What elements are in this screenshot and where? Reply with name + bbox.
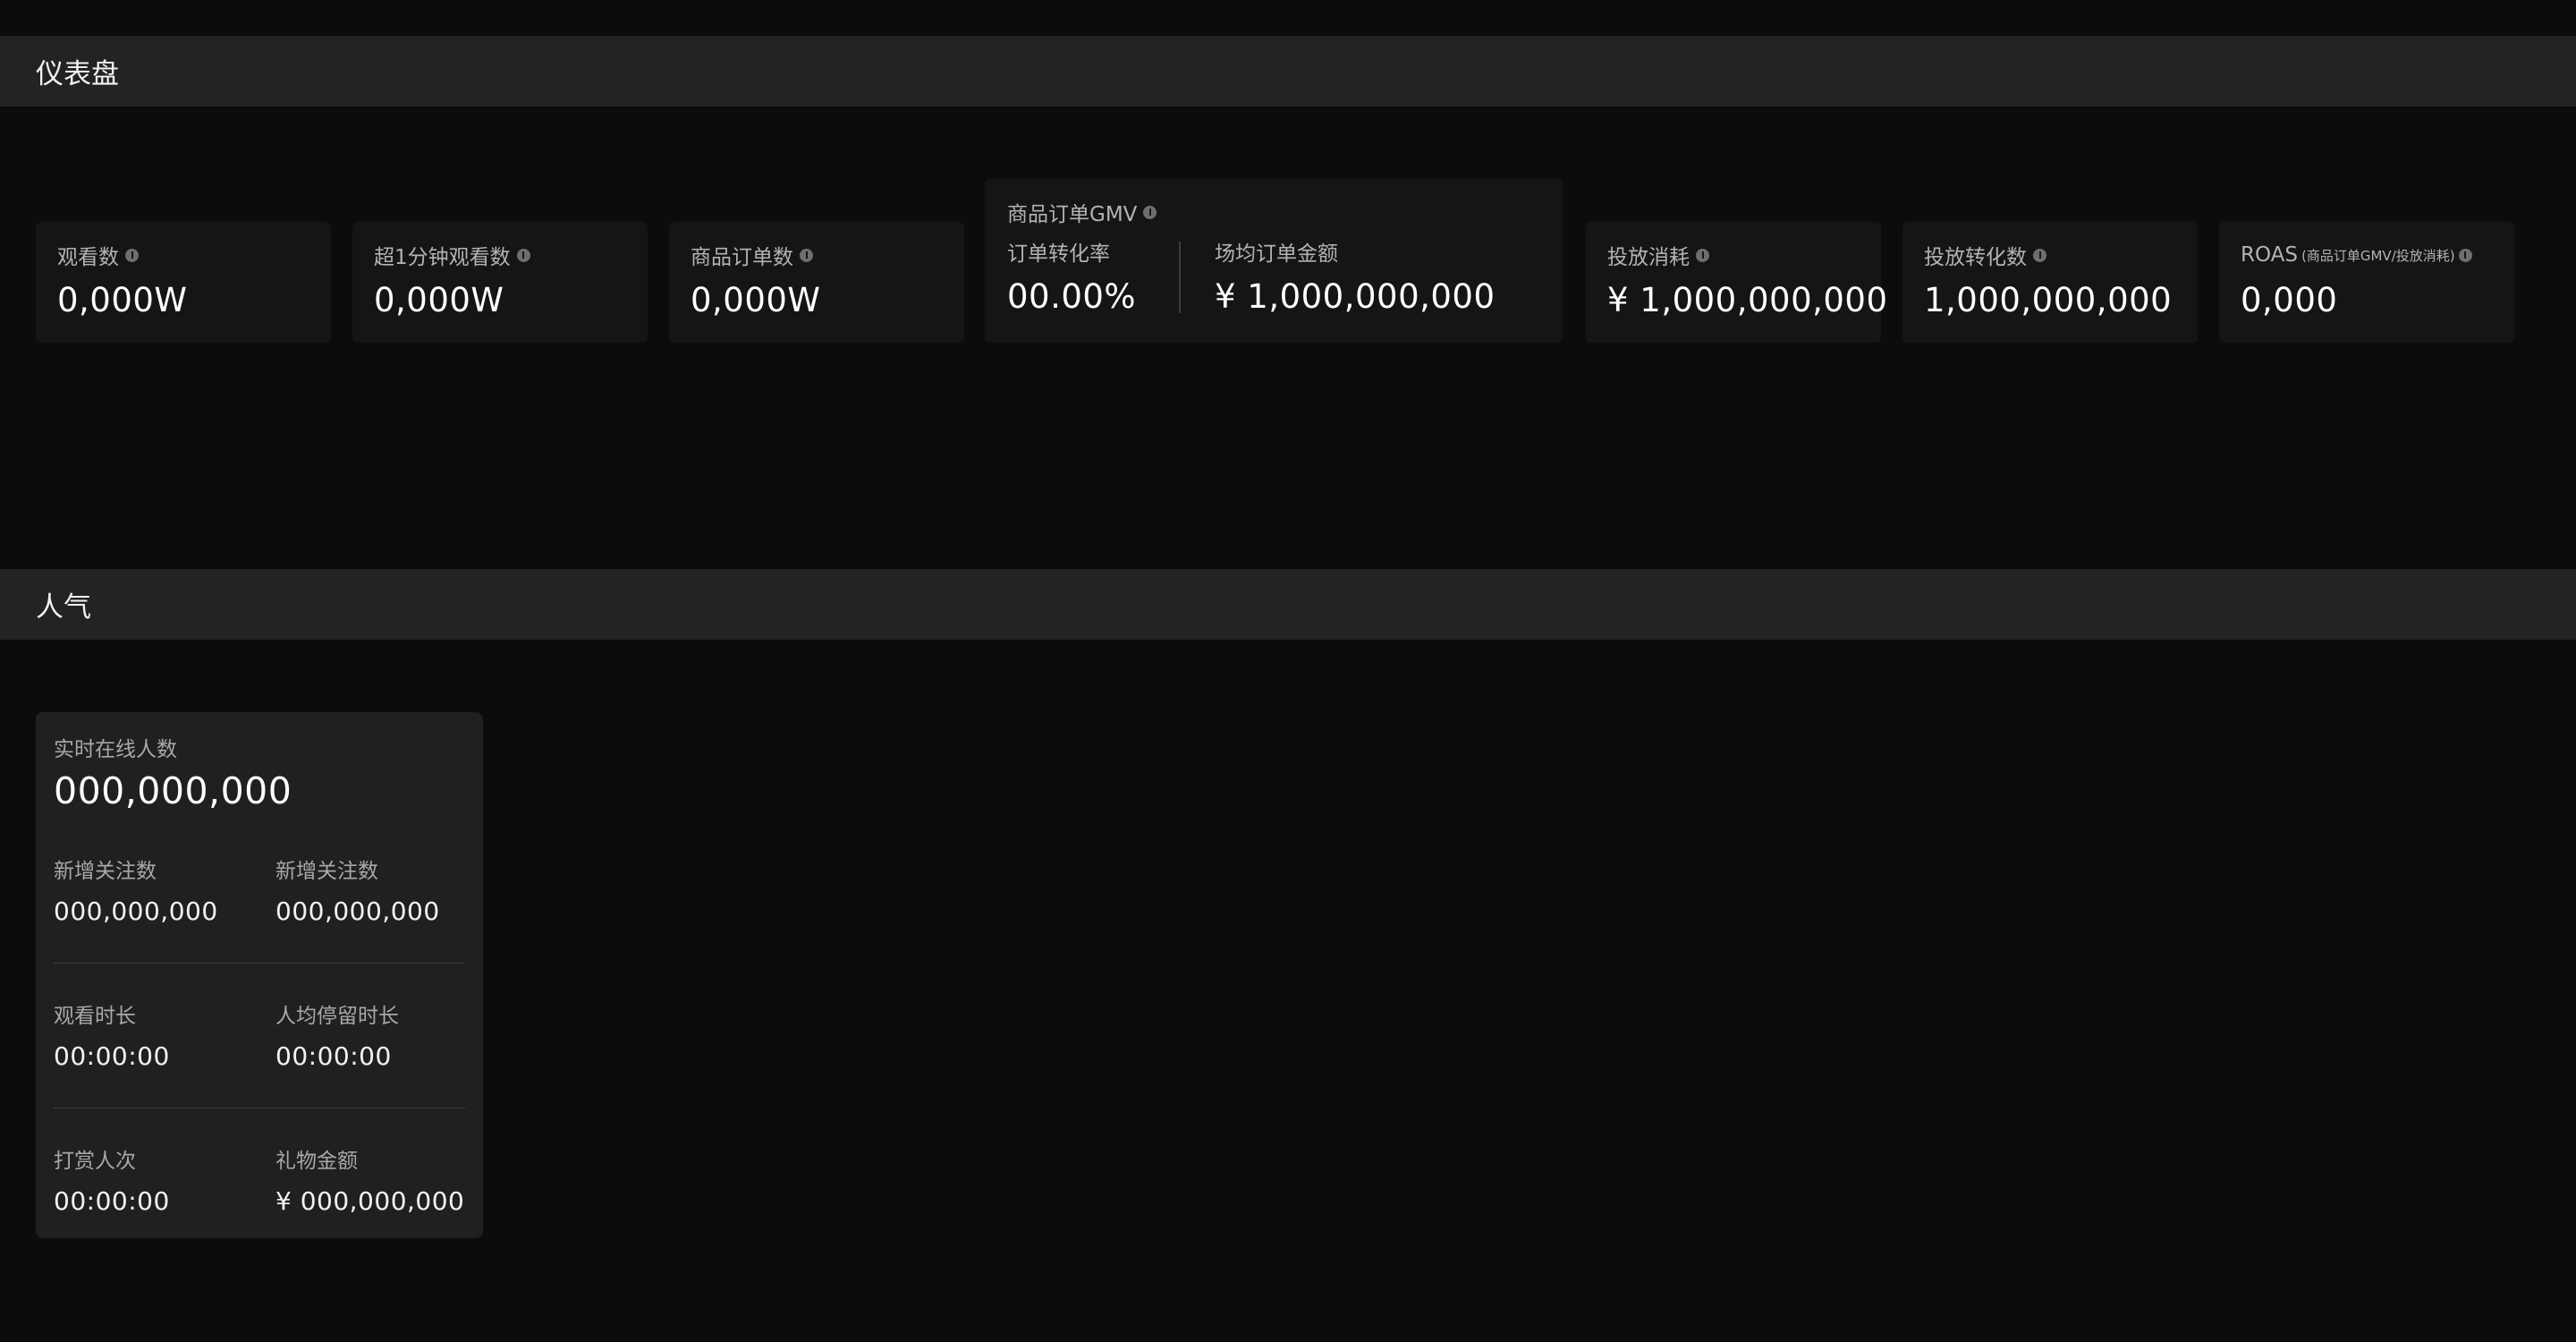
- metric-value: ¥ 1,000,000,000: [1607, 281, 1888, 319]
- gmv-conversion-label: 订单转化率: [1007, 242, 1110, 266]
- metric-label: 投放消耗: [1607, 246, 1690, 269]
- stat-label: 新增关注数: [275, 860, 378, 883]
- gmv-avg-amount-label: 场均订单金额: [1215, 242, 1338, 266]
- info-icon[interactable]: [516, 248, 530, 262]
- stat-value: 00:00:00: [275, 1041, 392, 1071]
- stat-label: 新增关注数: [54, 860, 157, 883]
- gmv-avg-amount: 场均订单金额 ¥ 1,000,000,000: [1215, 238, 1496, 316]
- metric-label: 超1分钟观看数: [374, 246, 511, 269]
- metric-card-gmv[interactable]: 商品订单GMV 订单转化率 00.00% 场均订单金额 ¥ 1,000,000,…: [985, 179, 1563, 343]
- metric-card-views[interactable]: 观看数 0,000W: [36, 222, 331, 343]
- metric-card-orders[interactable]: 商品订单数 0,000W: [669, 222, 964, 343]
- metric-card-roas[interactable]: ROAS (商品订单GMV/投放消耗) 0,000: [2219, 222, 2514, 343]
- stat-value: 000,000,000: [275, 896, 440, 926]
- metric-label-row: 投放消耗: [1607, 242, 1860, 269]
- stat-value: ¥ 000,000,000: [275, 1186, 465, 1216]
- dashboard-title: 仪表盘: [36, 58, 119, 90]
- info-icon[interactable]: [800, 248, 813, 262]
- info-icon[interactable]: [2033, 248, 2046, 262]
- metric-card-ad-spend[interactable]: 投放消耗 ¥ 1,000,000,000: [1586, 222, 1888, 343]
- metric-value: 0,000W: [374, 281, 504, 319]
- stat-new-followers: 新增关注数 000,000,000: [54, 854, 218, 926]
- gmv-conversion: 订单转化率 00.00%: [1007, 238, 1136, 316]
- popularity-card: 实时在线人数 000,000,000 新增关注数 000,000,000 新增关…: [36, 712, 483, 1238]
- divider: [54, 963, 465, 964]
- stat-new-followers: 新增关注数 000,000,000: [275, 854, 440, 926]
- metric-label: 投放转化数: [1924, 246, 2027, 269]
- metric-label-row: ROAS (商品订单GMV/投放消耗): [2241, 242, 2493, 268]
- stat-label: 人均停留时长: [275, 1005, 399, 1028]
- gmv-title-row: 商品订单GMV: [1007, 197, 1157, 227]
- info-icon[interactable]: [2458, 248, 2472, 262]
- metric-value: 0,000W: [691, 281, 821, 319]
- roas-formula: (商品订单GMV/投放消耗): [2301, 247, 2455, 264]
- info-icon[interactable]: [125, 248, 139, 262]
- gmv-conversion-value: 00.00%: [1007, 277, 1137, 316]
- stat-label: 礼物金额: [275, 1150, 358, 1173]
- dashboard-section-header: 仪表盘: [0, 36, 2576, 106]
- gmv-avg-amount-value: ¥ 1,000,000,000: [1215, 277, 1496, 316]
- metric-label-row: 商品订单数: [691, 242, 943, 269]
- metric-label-row: 投放转化数: [1924, 242, 2176, 269]
- stat-value: 00:00:00: [54, 1186, 170, 1216]
- metric-value: 0,000W: [57, 281, 188, 319]
- metric-label: 观看数: [57, 246, 119, 269]
- online-count-label: 实时在线人数: [54, 738, 177, 761]
- stat-tippers: 打赏人次 00:00:00: [54, 1143, 170, 1216]
- metric-card-ad-conversions[interactable]: 投放转化数 1,000,000,000: [1902, 222, 2198, 343]
- popularity-title: 人气: [36, 591, 91, 624]
- popularity-section-header: 人气: [0, 569, 2576, 640]
- gmv-title: 商品订单GMV: [1007, 203, 1138, 226]
- stat-watch-duration: 观看时长 00:00:00: [54, 998, 170, 1071]
- stat-value: 00:00:00: [54, 1041, 170, 1071]
- info-icon[interactable]: [1696, 248, 1709, 262]
- stat-gift-amount: 礼物金额 ¥ 000,000,000: [275, 1143, 464, 1216]
- stat-avg-stay-duration: 人均停留时长 00:00:00: [275, 998, 399, 1071]
- metric-label: 商品订单数: [691, 246, 793, 269]
- online-count-value: 000,000,000: [54, 769, 292, 812]
- metric-label-row: 观看数: [57, 242, 309, 269]
- stat-label: 观看时长: [54, 1005, 136, 1028]
- stat-label: 打赏人次: [54, 1150, 136, 1173]
- metric-label-row: 超1分钟观看数: [374, 242, 626, 269]
- gmv-divider: [1179, 242, 1181, 313]
- metric-card-views-over-1min[interactable]: 超1分钟观看数 0,000W: [352, 222, 648, 343]
- metric-label: ROAS: [2241, 243, 2299, 267]
- info-icon[interactable]: [1143, 205, 1157, 219]
- metric-value: 0,000: [2241, 281, 2338, 319]
- metric-value: 1,000,000,000: [1924, 281, 2173, 319]
- stat-value: 000,000,000: [54, 896, 218, 926]
